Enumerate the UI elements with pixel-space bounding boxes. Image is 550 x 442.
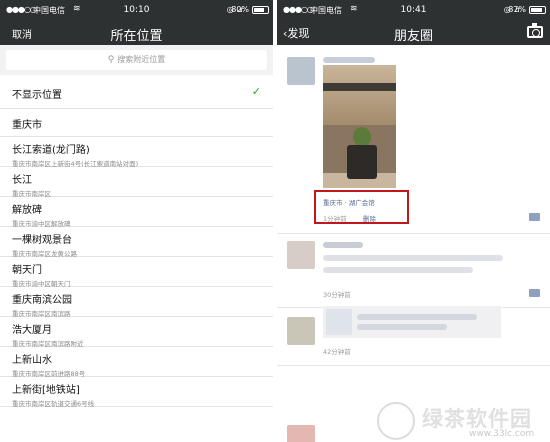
page-title: 所在位置 bbox=[110, 29, 163, 44]
location-name: 不显示位置 bbox=[12, 90, 62, 101]
avatar[interactable] bbox=[287, 425, 315, 442]
battery-percent: 87% bbox=[508, 5, 526, 14]
moments-screen: ●●●○○ 中国电信 ≋ 10:41 ◎ ⊿ 87% ‹发现 朋友圈 重庆市 ·… bbox=[277, 0, 550, 442]
link-thumbnail bbox=[326, 309, 352, 335]
post-separator bbox=[277, 365, 550, 366]
post-separator bbox=[277, 233, 550, 234]
status-bar: ●●●○○ 中国电信 ≋ 10:10 ◎ ⊿ 80% bbox=[0, 0, 273, 20]
post-text-blur bbox=[323, 267, 473, 273]
location-name: 解放碑 bbox=[12, 205, 42, 216]
comment-icon[interactable] bbox=[529, 289, 540, 297]
location-name: 长江 bbox=[12, 175, 32, 186]
location-item[interactable]: 一棵树观景台 重庆市南岸区龙黄公路 bbox=[0, 227, 273, 258]
photo-sky bbox=[323, 65, 396, 125]
link-title-blur bbox=[357, 324, 447, 330]
location-item[interactable]: 重庆南滨公园 重庆市南岸区南滨路 bbox=[0, 287, 273, 318]
photo-pot bbox=[347, 145, 377, 179]
location-item[interactable]: 上新山水 重庆市南岸区前进路88号 bbox=[0, 347, 273, 378]
location-name: 重庆南滨公园 bbox=[12, 295, 72, 306]
nav-bar: 取消 所在位置 bbox=[0, 20, 273, 45]
search-input[interactable]: ⚲ 搜索附近位置 bbox=[6, 50, 267, 70]
location-item[interactable]: 解放碑 重庆市渝中区解放碑 bbox=[0, 197, 273, 228]
location-name: 长江索道(龙门路) bbox=[12, 145, 90, 156]
search-bar: ⚲ 搜索附近位置 bbox=[0, 45, 273, 75]
post-time: 42分钟前 bbox=[323, 348, 351, 356]
location-item[interactable]: 重庆市 bbox=[0, 109, 273, 137]
location-name: 浩大厦月 bbox=[12, 325, 52, 336]
search-placeholder: 搜索附近位置 bbox=[117, 55, 166, 64]
location-picker-screen: ●●●○○ 中国电信 ≋ 10:10 ◎ ⊿ 80% 取消 所在位置 ⚲ 搜索附近… bbox=[0, 0, 273, 442]
location-item[interactable]: 朝天门 重庆市渝中区朝天门 bbox=[0, 257, 273, 288]
location-item[interactable]: 上新街[地铁站] 重庆市南岸区轨道交通6号线 bbox=[0, 377, 273, 408]
location-name: 上新山水 bbox=[12, 355, 52, 366]
location-name: 一棵树观景台 bbox=[12, 235, 72, 246]
watermark-logo-icon bbox=[377, 402, 415, 440]
photo-eave bbox=[323, 83, 396, 91]
status-bar: ●●●○○ 中国电信 ≋ 10:41 ◎ ⊿ 87% bbox=[277, 0, 550, 20]
avatar[interactable] bbox=[287, 57, 315, 85]
location-item[interactable]: 长江 重庆市南岸区 bbox=[0, 167, 273, 198]
post-text-blur bbox=[323, 255, 503, 261]
link-title-blur bbox=[357, 314, 477, 320]
battery-percent: 80% bbox=[231, 5, 249, 14]
page-title: 朋友圈 bbox=[393, 29, 433, 44]
location-address: 重庆市南岸区轨道交通6号线 bbox=[12, 400, 95, 408]
location-name: 朝天门 bbox=[12, 265, 42, 276]
post-photo[interactable] bbox=[323, 65, 396, 188]
location-item[interactable]: 长江索道(龙门路) 重庆市南岸区上新街4号(长江索道南站对面) bbox=[0, 137, 273, 168]
location-name: 重庆市 bbox=[12, 120, 42, 131]
avatar[interactable] bbox=[287, 241, 315, 269]
search-icon: ⚲ bbox=[107, 55, 115, 65]
username-blur bbox=[323, 57, 375, 63]
battery-icon bbox=[252, 6, 269, 14]
username-blur bbox=[323, 242, 363, 248]
shared-link-card[interactable] bbox=[323, 306, 501, 338]
location-list: 不显示位置 ✓ 重庆市 长江索道(龙门路) 重庆市南岸区上新街4号(长江索道南站… bbox=[0, 75, 273, 442]
location-item-hide[interactable]: 不显示位置 ✓ bbox=[0, 75, 273, 109]
location-item[interactable]: 浩大厦月 重庆市南岸区南滨路附近 bbox=[0, 317, 273, 348]
avatar[interactable] bbox=[287, 317, 315, 345]
nav-bar: ‹发现 朋友圈 bbox=[277, 20, 550, 45]
battery-icon bbox=[529, 6, 546, 14]
watermark: 绿茶软件园 www.33lc.com bbox=[377, 400, 550, 442]
photo-plant bbox=[353, 127, 371, 147]
watermark-url: www.33lc.com bbox=[469, 429, 535, 439]
checkmark-icon: ✓ bbox=[251, 85, 261, 98]
post-time: 30分钟前 bbox=[323, 291, 351, 299]
comment-icon[interactable] bbox=[529, 213, 540, 221]
location-name: 上新街[地铁站] bbox=[12, 385, 80, 396]
highlight-box bbox=[314, 190, 409, 224]
camera-icon[interactable] bbox=[527, 23, 543, 38]
